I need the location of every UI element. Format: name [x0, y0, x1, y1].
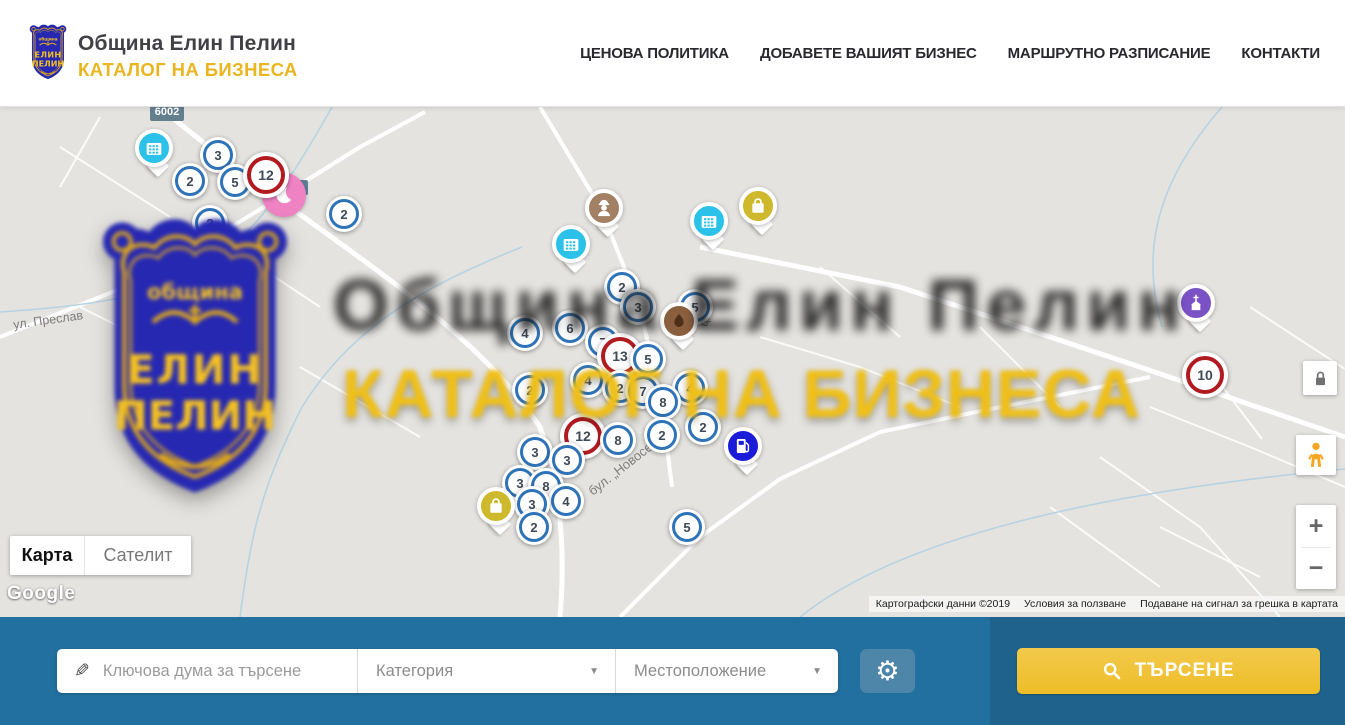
watermark-name-line1: ЕЛИН: [127, 347, 263, 393]
advanced-settings-button[interactable]: ⚙: [860, 649, 915, 693]
watermark-logo: община ЕЛИН ПЕЛИН: [80, 211, 310, 502]
street-view-pegman[interactable]: [1296, 435, 1336, 475]
cluster-count: 2: [326, 196, 362, 232]
location-select[interactable]: Местоположение ▼: [615, 649, 838, 693]
nav-routes[interactable]: МАРШРУТНО РАЗПИСАНИЕ: [1008, 45, 1211, 62]
map-canvas[interactable]: 6002 ул. Преслав бул. „Новосел ции“ 3251…: [0, 107, 1345, 617]
attribution-text: Картографски данни ©2019: [869, 598, 1017, 610]
factory-pin-marker[interactable]: [690, 202, 736, 256]
category-select[interactable]: Категория ▼: [357, 649, 615, 693]
map-type-map-button[interactable]: Карта: [10, 536, 85, 575]
category-placeholder: Категория: [376, 662, 453, 681]
shopping-bag-pin-marker[interactable]: [477, 487, 523, 541]
chevron-down-icon: ▼: [812, 666, 822, 677]
page: община ЕЛИН ПЕЛИН Община Елин Пелин КАТА…: [0, 0, 1345, 725]
watermark-name-line2: ПЕЛИН: [114, 393, 276, 439]
factory-icon: [698, 210, 720, 232]
google-logo[interactable]: Google: [7, 583, 75, 605]
pin-circle: [477, 487, 515, 525]
attribution-link[interactable]: Подаване на сигнал за грешка в картата: [1133, 598, 1345, 610]
pin-circle: [552, 225, 590, 263]
keyword-input[interactable]: [103, 662, 357, 681]
site-subtitle: КАТАЛОГ НА БИЗНЕСА: [78, 59, 298, 81]
main-nav: ЦЕНОВА ПОЛИТИКА ДОБАВЕТЕ ВАШИЯТ БИЗНЕС МАР…: [580, 0, 1320, 107]
fuel-pump-icon: [732, 435, 754, 457]
zoom-in-button[interactable]: +: [1296, 506, 1336, 547]
church-icon: [1185, 292, 1207, 314]
cluster-marker[interactable]: 4: [548, 483, 584, 519]
search-fields: ✎ Категория ▼ Местоположение ▼: [57, 649, 838, 693]
map-type-satellite-button[interactable]: Сателит: [85, 536, 191, 575]
attribution-link[interactable]: Условия за ползване: [1017, 598, 1133, 610]
watermark-region-label: община: [147, 279, 243, 304]
search-button-label: ТЪРСЕНЕ: [1134, 660, 1234, 682]
pencil-icon: ✎: [74, 660, 90, 683]
cluster-count: 4: [548, 483, 584, 519]
search-bar: ✎ Категория ▼ Местоположение ▼ ⚙ ТЪРСЕНЕ: [0, 617, 1345, 725]
watermark-subtitle: КАТАЛОГ НА БИЗНЕСА: [342, 355, 1141, 433]
pegman-icon: [1303, 441, 1329, 469]
factory-icon: [143, 137, 165, 159]
search-button[interactable]: ТЪРСЕНЕ: [1017, 648, 1320, 694]
cluster-marker[interactable]: 2: [326, 196, 362, 232]
cluster-marker[interactable]: 10: [1182, 352, 1228, 398]
municipality-logo[interactable]: община ЕЛИН ПЕЛИН: [25, 23, 71, 81]
logo-region-label: община: [38, 37, 57, 42]
nav-contacts[interactable]: КОНТАКТИ: [1241, 45, 1320, 62]
nav-add-business[interactable]: ДОБАВЕТЕ ВАШИЯТ БИЗНЕС: [760, 45, 977, 62]
search-icon: [1102, 661, 1122, 681]
keyword-field[interactable]: ✎: [57, 649, 357, 693]
gear-icon: ⚙: [875, 658, 899, 685]
nav-pricing[interactable]: ЦЕНОВА ПОЛИТИКА: [580, 45, 729, 62]
factory-icon: [560, 233, 582, 255]
shopping-bag-icon: [747, 195, 769, 217]
pin-circle: [585, 189, 623, 227]
pin-circle: [690, 202, 728, 240]
pin-circle: [739, 187, 777, 225]
shopping-bag-pin-marker[interactable]: [739, 187, 785, 241]
worker-icon: [593, 197, 615, 219]
lock-button[interactable]: [1303, 361, 1337, 395]
cluster-marker[interactable]: 12: [243, 152, 289, 198]
header: община ЕЛИН ПЕЛИН Община Елин Пелин КАТА…: [0, 0, 1345, 107]
location-placeholder: Местоположение: [634, 662, 766, 681]
shopping-bag-icon: [485, 495, 507, 517]
cluster-count: 10: [1182, 352, 1228, 398]
site-title: Община Елин Пелин: [78, 32, 298, 56]
cluster-marker[interactable]: 5: [669, 509, 705, 545]
map-attribution: Картографски данни ©2019Условия за ползв…: [869, 596, 1345, 612]
pin-circle: [135, 129, 173, 167]
zoom-out-button[interactable]: −: [1296, 548, 1336, 589]
watermark-title: Община Елин Пелин: [333, 265, 1188, 347]
chevron-down-icon: ▼: [589, 666, 599, 677]
logo-name-line2: ПЕЛИН: [32, 60, 64, 69]
zoom-control: + −: [1296, 505, 1336, 589]
site-title-block: Община Елин Пелин КАТАЛОГ НА БИЗНЕСА: [78, 32, 298, 81]
factory-pin-marker[interactable]: [135, 129, 181, 183]
logo-name-line1: ЕЛИН: [34, 50, 61, 59]
fuel-pump-pin-marker[interactable]: [724, 427, 770, 481]
cluster-count: 12: [243, 152, 289, 198]
map-type-switcher: Карта Сателит: [10, 536, 191, 575]
cluster-count: 5: [669, 509, 705, 545]
lock-icon: [1313, 370, 1328, 387]
